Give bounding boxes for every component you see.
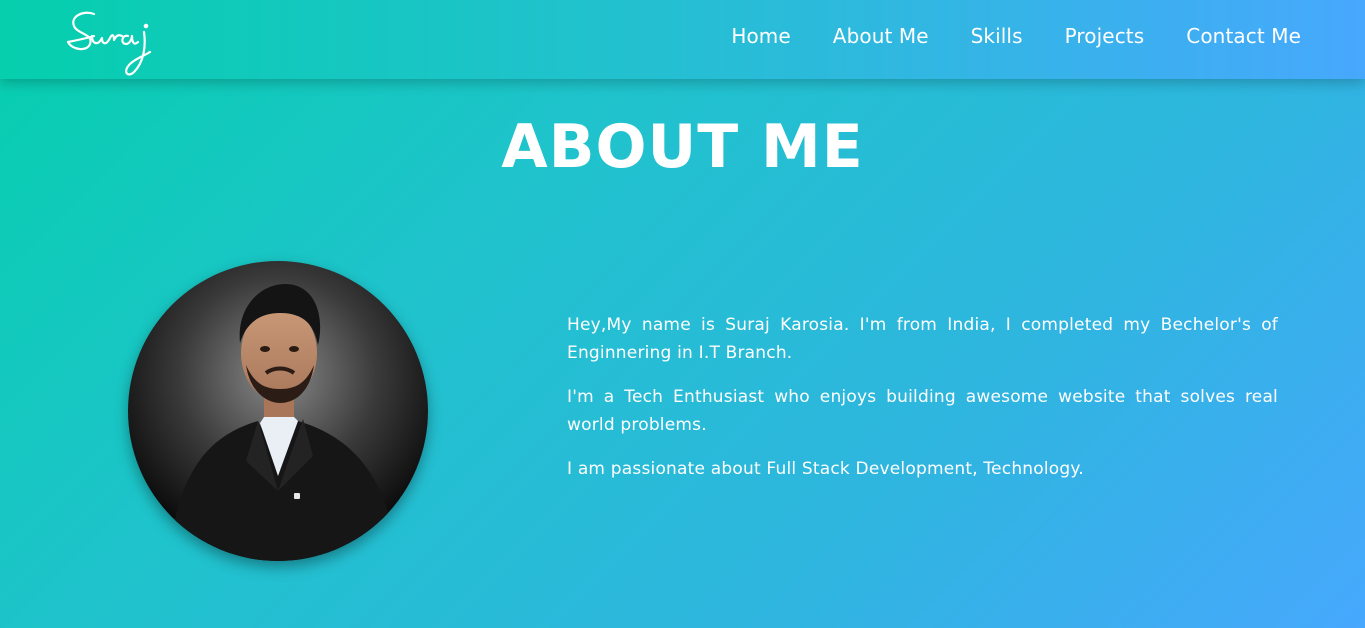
nav-projects-link[interactable]: Projects (1065, 24, 1145, 48)
about-paragraph-passion: I am passionate about Full Stack Develop… (567, 459, 1084, 479)
about-paragraph-enthusiast: I'm a Tech Enthusiast who enjoys buildin… (567, 387, 1278, 435)
nav-skills-link[interactable]: Skills (971, 24, 1023, 48)
nav-about-link[interactable]: About Me (833, 24, 929, 48)
nav-contact-link[interactable]: Contact Me (1186, 24, 1301, 48)
page-title: ABOUT ME (501, 112, 864, 182)
nav-home-link[interactable]: Home (731, 24, 790, 48)
about-paragraph-intro: Hey,My name is Suraj Karosia. I'm from I… (567, 315, 1278, 363)
avatar (128, 261, 428, 561)
logo-signature[interactable] (64, 6, 164, 78)
about-text: Hey,My name is Suraj Karosia. I'm from I… (567, 311, 1278, 499)
navbar: Home About Me Skills Projects Contact Me (0, 0, 1365, 79)
nav-menu: Home About Me Skills Projects Contact Me (689, 24, 1301, 48)
